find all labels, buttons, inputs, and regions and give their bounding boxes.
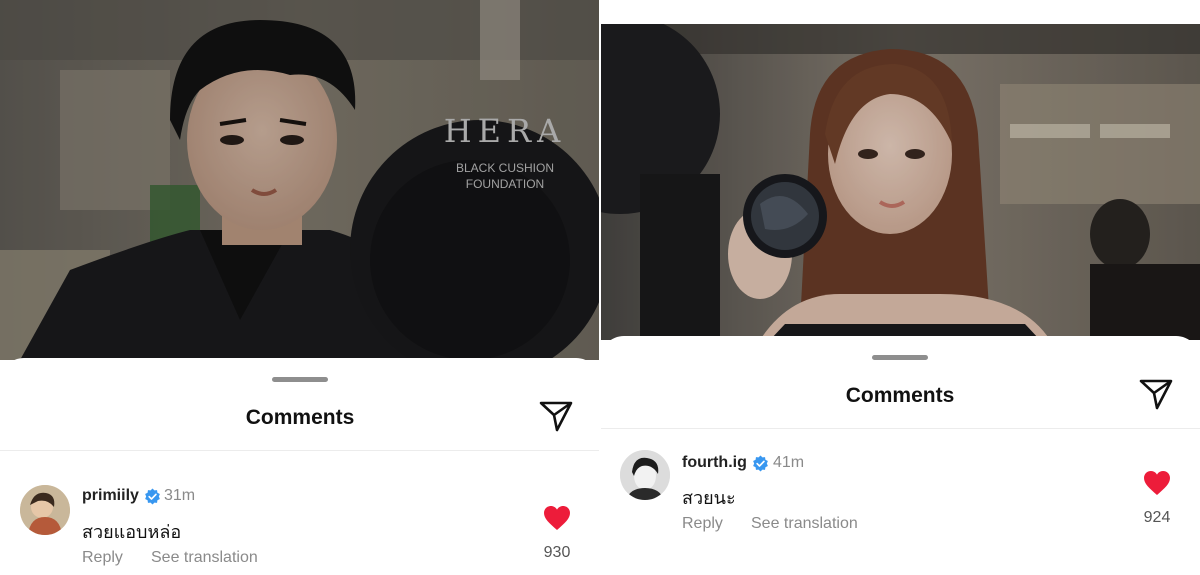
comment-username[interactable]: fourth.ig [682, 454, 747, 472]
drag-handle[interactable] [872, 355, 928, 360]
comment-text: สวยนะ [682, 488, 736, 508]
photo-scene [600, 24, 1200, 340]
header-divider [600, 428, 1200, 429]
comments-sheet: Comments primiily 31m สวยแอบหล่อ Reply S… [0, 358, 600, 575]
header-divider [0, 450, 600, 451]
verified-badge-icon [145, 488, 160, 505]
comment-time: 31m [164, 487, 196, 504]
verified-badge-icon [753, 455, 768, 472]
heart-icon[interactable] [543, 505, 571, 531]
comments-sheet: Comments fourth.ig 41m สวยนะ Reply See t… [600, 336, 1200, 575]
post-photo[interactable] [600, 24, 1200, 340]
avatar-image [620, 450, 670, 500]
avatar[interactable] [20, 485, 70, 535]
avatar[interactable] [620, 450, 670, 500]
comment-time: 41m [773, 454, 805, 471]
see-translation-button[interactable]: See translation [151, 549, 258, 567]
see-translation-button[interactable]: See translation [751, 515, 858, 533]
top-bar [600, 0, 1200, 24]
left-screenshot: HERA BLACK CUSHION FOUNDATION Comments p… [0, 0, 600, 575]
comment-username[interactable]: primiily [82, 487, 139, 505]
comment-text: สวยแอบหล่อ [82, 522, 182, 542]
reply-button[interactable]: Reply [82, 549, 123, 567]
sheet-title: Comments [845, 384, 955, 407]
drag-handle[interactable] [272, 377, 328, 382]
heart-icon[interactable] [1143, 470, 1171, 496]
paper-plane-icon[interactable] [538, 398, 574, 434]
reply-button[interactable]: Reply [682, 515, 723, 533]
sheet-title: Comments [245, 406, 355, 429]
right-screenshot: Comments fourth.ig 41m สวยนะ Reply See t… [600, 0, 1200, 575]
like-count: 924 [1143, 509, 1171, 526]
post-photo[interactable]: HERA BLACK CUSHION FOUNDATION [0, 0, 600, 360]
photo-scene: HERA BLACK CUSHION FOUNDATION [0, 0, 600, 360]
paper-plane-icon[interactable] [1138, 376, 1174, 412]
panel-divider [599, 0, 601, 575]
avatar-image [20, 485, 70, 535]
like-count: 930 [543, 544, 571, 561]
